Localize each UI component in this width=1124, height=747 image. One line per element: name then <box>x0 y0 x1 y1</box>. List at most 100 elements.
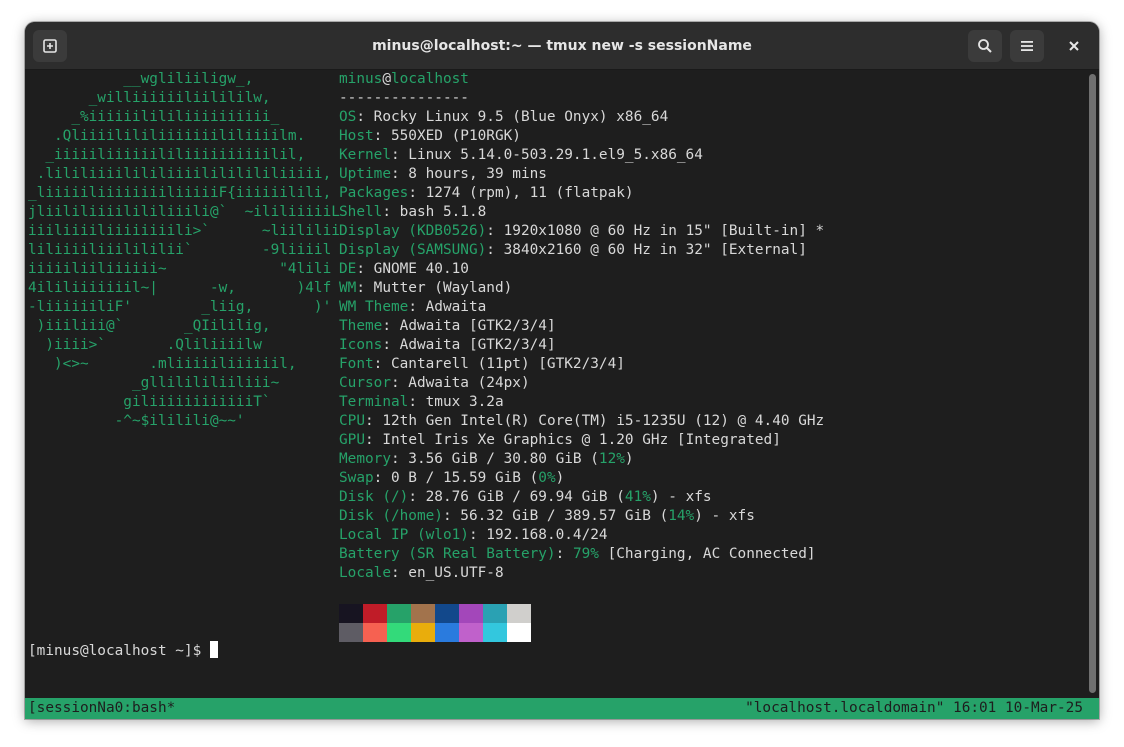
close-button[interactable] <box>1057 30 1091 62</box>
info-value: : 3.56 GiB / 30.80 GiB ( <box>390 451 599 467</box>
info-value: : 550XED (P10RGK) <box>373 128 521 144</box>
info-value: : tmux 3.2a <box>408 394 504 410</box>
new-tab-button[interactable] <box>33 30 67 62</box>
info-key: Locale <box>339 565 391 581</box>
titlebar[interactable]: minus@localhost:~ — tmux new -s sessionN… <box>25 22 1099 70</box>
shell-prompt[interactable]: [minus@localhost ~]$ <box>28 641 218 660</box>
at-sign: @ <box>382 71 391 87</box>
info-row: Icons: Adwaita [GTK2/3/4] <box>339 336 556 355</box>
info-value: : <box>555 546 573 562</box>
info-row: Cursor: Adwaita (24px) <box>339 374 530 393</box>
info-key: Host <box>339 128 374 144</box>
info-row: Battery (SR Real Battery): 79% [Charging… <box>339 545 816 564</box>
close-icon <box>1069 41 1079 51</box>
info-key: DE <box>339 261 357 277</box>
info-value: : 0 B / 15.59 GiB ( <box>373 470 539 486</box>
hostname: localhost <box>391 71 469 87</box>
info-value: : 192.168.0.4/24 <box>468 527 608 543</box>
info-row: Local IP (wlo1): 192.168.0.4/24 <box>339 526 608 545</box>
search-button[interactable] <box>968 30 1002 62</box>
info-row: Terminal: tmux 3.2a <box>339 393 504 412</box>
info-key: Terminal <box>339 394 409 410</box>
info-percent: 41% <box>624 489 651 505</box>
logo-line: )iiiliii@` _QIililig, <box>28 318 271 334</box>
prompt-text: [minus@localhost ~]$ <box>28 643 210 659</box>
info-key: Packages <box>339 185 409 201</box>
logo-line: iiiliiiiliiiiiiiili>` ~liililii <box>28 223 340 239</box>
info-key: Disk (/) <box>339 489 409 505</box>
info-value: : Mutter (Wayland) <box>356 280 513 296</box>
info-key: Local IP (wlo1) <box>339 527 469 543</box>
info-value: : 28.76 GiB / 69.94 GiB ( <box>408 489 625 505</box>
info-key: Disk (/home) <box>339 508 443 524</box>
info-key: Font <box>339 356 374 372</box>
info-percent: 12% <box>598 451 625 467</box>
logo-line: _liiiiiliiiiiiiiliiiiiF{iiiiiilili, <box>28 185 332 201</box>
scrollbar-thumb[interactable] <box>1089 74 1096 693</box>
info-value: : 3840x2160 @ 60 Hz in 32" [External] <box>486 242 807 258</box>
info-key: Swap <box>339 470 374 486</box>
info-key: OS <box>339 109 357 125</box>
color-swatch-normal-0 <box>339 604 363 623</box>
logo-line: -liiiiiiliF' _liig, )' <box>28 299 332 315</box>
logo-line: _iiiiiliiiiiililiiiiiiiiiilil, <box>28 147 306 163</box>
info-percent: 14% <box>668 508 695 524</box>
window-title: minus@localhost:~ — tmux new -s sessionN… <box>372 37 752 54</box>
info-key: Theme <box>339 318 383 334</box>
text-cursor <box>209 641 218 658</box>
info-key: Memory <box>339 451 391 467</box>
info-key: Shell <box>339 204 383 220</box>
info-row: GPU: Intel Iris Xe Graphics @ 1.20 GHz [… <box>339 431 781 450</box>
info-key: Battery (SR Real Battery) <box>339 546 556 562</box>
info-row: WM Theme: Adwaita <box>339 298 486 317</box>
terminal-content[interactable]: __wgliliiligw_, _williiiiiiliilililw, _%… <box>25 70 1085 719</box>
logo-line: giliiiiiiiiiiiiT` <box>28 394 271 410</box>
color-swatch-bright-7 <box>507 623 531 642</box>
separator-line: --------------- <box>339 90 469 106</box>
info-tail: ) - xfs <box>694 508 755 524</box>
logo-line: iiiiiliiliiiiii~ "4lili <box>28 261 332 277</box>
color-swatch-bright-2 <box>387 623 411 642</box>
info-tail: ) <box>555 470 565 486</box>
tmux-window-list[interactable]: [sessionNa0:bash* <box>28 698 175 719</box>
info-value: : Adwaita [GTK2/3/4] <box>382 337 556 353</box>
color-swatch-bright-3 <box>411 623 435 642</box>
info-row: DE: GNOME 40.10 <box>339 260 469 279</box>
info-key: Display (KDB0526) <box>339 223 487 239</box>
menu-button[interactable] <box>1010 30 1044 62</box>
info-value: : GNOME 40.10 <box>356 261 469 277</box>
color-swatch-bright-6 <box>483 623 507 642</box>
color-swatch-normal-4 <box>435 604 459 623</box>
info-row: CPU: 12th Gen Intel(R) Core(TM) i5-1235U… <box>339 412 824 431</box>
info-row: Disk (/): 28.76 GiB / 69.94 GiB (41%) - … <box>339 488 712 507</box>
info-key: Uptime <box>339 166 391 182</box>
scrollbar[interactable] <box>1085 70 1099 697</box>
info-row: Display (SAMSUNG): 3840x2160 @ 60 Hz in … <box>339 241 807 260</box>
tmux-status-bar: [sessionNa0:bash* "localhost.localdomain… <box>25 698 1099 719</box>
logo-line: _gllilililiiliii~ <box>28 375 280 391</box>
logo-line: .lililiiiilililiiiilililililiiiii, <box>28 166 332 182</box>
info-value: : Adwaita (24px) <box>390 375 530 391</box>
info-row: Shell: bash 5.1.8 <box>339 203 486 222</box>
color-swatch-bright-1 <box>363 623 387 642</box>
info-key: GPU <box>339 432 365 448</box>
color-swatch-bright-5 <box>459 623 483 642</box>
color-swatch-normal-2 <box>387 604 411 623</box>
info-row: Kernel: Linux 5.14.0-503.29.1.el9_5.x86_… <box>339 146 703 165</box>
info-row: Uptime: 8 hours, 39 mins <box>339 165 547 184</box>
info-key: WM <box>339 280 357 296</box>
info-row: Packages: 1274 (rpm), 11 (flatpak) <box>339 184 634 203</box>
logo-line: )<>~ .mliiiiiliiiiiil, <box>28 356 297 372</box>
logo-line: jliililiiiilililiiili@` ~ililiiiiiL <box>28 204 340 220</box>
info-row: WM: Mutter (Wayland) <box>339 279 512 298</box>
logo-line: 4ililiiiiiiil~| -w, )4lf <box>28 280 332 296</box>
tmux-status-right: "localhost.localdomain" 16:01 10-Mar-25 <box>745 700 1083 716</box>
logo-line: __wgliliiligw_, <box>28 71 254 87</box>
info-tail: [Charging, AC Connected] <box>598 546 816 562</box>
logo-line: _williiiiiiliilililw, <box>28 90 271 106</box>
info-row: Theme: Adwaita [GTK2/3/4] <box>339 317 556 336</box>
info-row: Swap: 0 B / 15.59 GiB (0%) <box>339 469 564 488</box>
info-key: Kernel <box>339 147 391 163</box>
info-key: Cursor <box>339 375 391 391</box>
info-value: : 56.32 GiB / 389.57 GiB ( <box>442 508 669 524</box>
